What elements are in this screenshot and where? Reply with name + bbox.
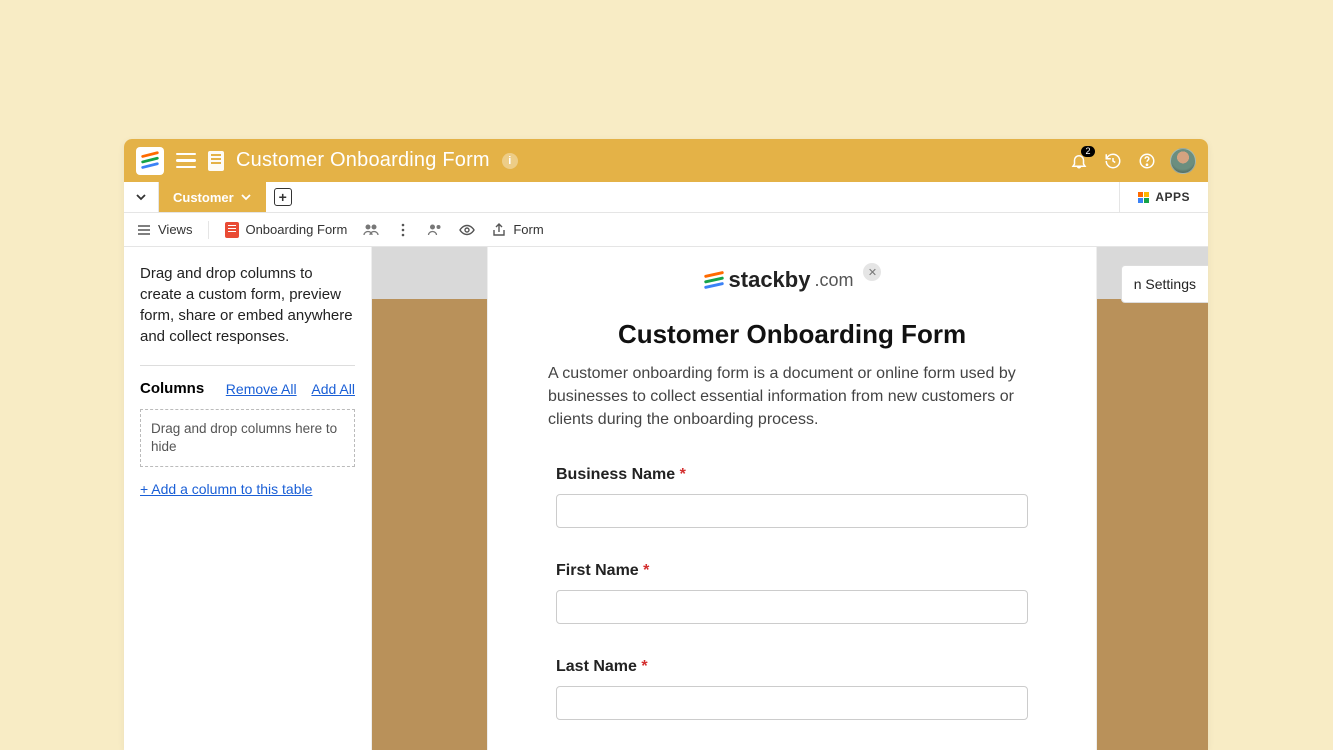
- current-view[interactable]: Onboarding Form: [225, 222, 347, 238]
- preview-button[interactable]: [459, 222, 475, 238]
- views-label: Views: [158, 222, 192, 237]
- tab-label: Customer: [173, 190, 234, 205]
- apps-icon: [1138, 192, 1149, 203]
- remove-all-link[interactable]: Remove All: [226, 381, 297, 397]
- main-body: Drag and drop columns to create a custom…: [124, 247, 1208, 750]
- list-icon: [136, 222, 152, 238]
- top-header: Customer Onboarding Form i 2: [124, 139, 1208, 182]
- form-brand-row: stackby.com ✕: [488, 247, 1096, 301]
- field-label: Last Name *: [556, 658, 1028, 676]
- field-label: Business Name *: [556, 466, 1028, 484]
- add-column-link[interactable]: + Add a column to this table: [140, 481, 355, 497]
- business-name-input[interactable]: [556, 494, 1028, 528]
- history-button[interactable]: [1102, 150, 1124, 172]
- required-indicator: *: [641, 658, 647, 675]
- remove-brand-button[interactable]: ✕: [863, 263, 881, 281]
- dots-icon: [395, 222, 411, 238]
- form-button[interactable]: Form: [491, 222, 543, 238]
- form-field-first-name: First Name *: [556, 562, 1028, 624]
- columns-header: Columns Remove All Add All: [140, 380, 355, 397]
- brand-logo: stackby.com: [703, 267, 854, 293]
- apps-button[interactable]: APPS: [1119, 182, 1208, 212]
- notifications-button[interactable]: 2: [1068, 150, 1090, 172]
- avatar[interactable]: [1170, 148, 1196, 174]
- page-title: Customer Onboarding Form: [236, 149, 490, 172]
- form-preview-panel: stackby.com ✕ Customer Onboarding Form A…: [487, 247, 1097, 750]
- form-canvas: n Settings stackby.com ✕ Customer Onb: [372, 247, 1208, 750]
- columns-heading: Columns: [140, 380, 204, 397]
- hidden-columns-dropzone[interactable]: Drag and drop columns here to hide: [140, 409, 355, 467]
- views-button[interactable]: Views: [136, 222, 192, 238]
- hamburger-menu-icon[interactable]: [176, 153, 196, 169]
- required-indicator: *: [680, 466, 686, 483]
- add-tab: +: [266, 182, 300, 212]
- field-label: First Name *: [556, 562, 1028, 580]
- form-icon: [225, 222, 239, 238]
- notifications-badge: 2: [1081, 146, 1095, 157]
- form-settings-tab[interactable]: n Settings: [1121, 265, 1208, 303]
- people-icon: [427, 222, 443, 238]
- help-button[interactable]: [1136, 150, 1158, 172]
- add-all-link[interactable]: Add All: [311, 381, 355, 397]
- tabs-expand-button[interactable]: [124, 182, 159, 212]
- form-description[interactable]: A customer onboarding form is a document…: [548, 362, 1036, 432]
- brand-domain: .com: [814, 270, 853, 291]
- form-title[interactable]: Customer Onboarding Form: [508, 319, 1076, 350]
- collaborators-button[interactable]: [363, 222, 379, 238]
- share-users-button[interactable]: [427, 222, 443, 238]
- more-button[interactable]: [395, 222, 411, 238]
- brand-name: stackby: [729, 267, 811, 293]
- share-icon: [491, 222, 507, 238]
- tab-customer[interactable]: Customer: [159, 182, 266, 212]
- first-name-input[interactable]: [556, 590, 1028, 624]
- form-field-business-name: Business Name *: [556, 466, 1028, 528]
- info-icon[interactable]: i: [502, 153, 518, 169]
- sidebar-description: Drag and drop columns to create a custom…: [140, 263, 355, 366]
- app-logo[interactable]: [136, 147, 164, 175]
- app-window: Customer Onboarding Form i 2: [124, 139, 1208, 750]
- view-toolbar: Views Onboarding Form: [124, 213, 1208, 247]
- people-icon: [363, 222, 379, 238]
- document-icon: [208, 151, 224, 171]
- brand-mark-icon: [703, 269, 725, 291]
- settings-label: n Settings: [1134, 276, 1196, 292]
- add-tab-button[interactable]: +: [274, 188, 292, 206]
- required-indicator: *: [643, 562, 649, 579]
- eye-icon: [459, 222, 475, 238]
- apps-label: APPS: [1155, 190, 1190, 204]
- view-name: Onboarding Form: [245, 222, 347, 237]
- chevron-down-icon: [240, 191, 252, 203]
- tabs-bar: Customer + APPS: [124, 182, 1208, 213]
- form-builder-sidebar: Drag and drop columns to create a custom…: [124, 247, 372, 750]
- form-field-last-name: Last Name *: [556, 658, 1028, 720]
- form-label: Form: [513, 222, 543, 237]
- last-name-input[interactable]: [556, 686, 1028, 720]
